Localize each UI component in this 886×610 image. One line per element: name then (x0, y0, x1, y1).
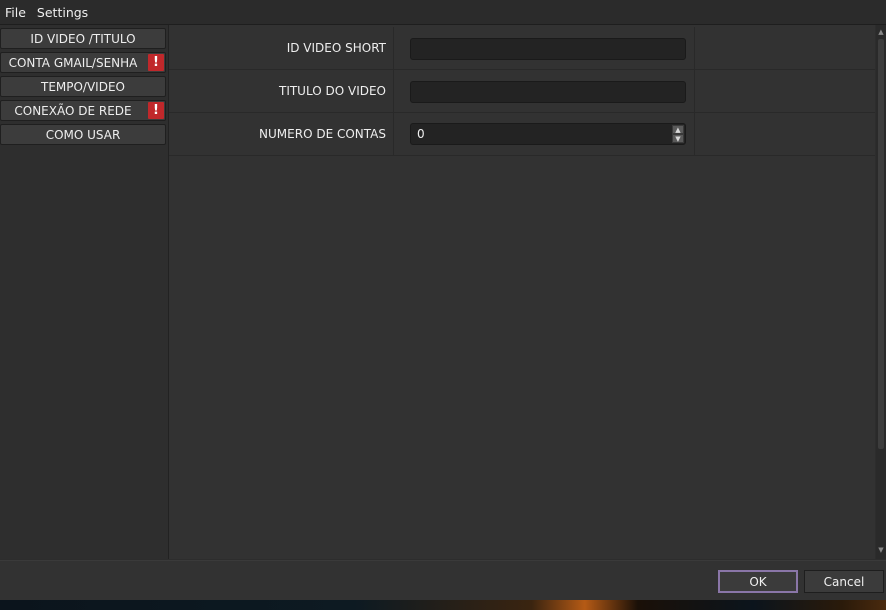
sidebar-item-label: CONTA GMAIL/SENHA (8, 55, 138, 70)
sidebar-item-tempo-video[interactable]: TEMPO/VIDEO (0, 76, 166, 97)
field-label: TITULO DO VIDEO (169, 70, 394, 112)
sidebar-item-label: ID VIDEO /TITULO (30, 31, 136, 46)
titulo-do-video-input[interactable] (410, 81, 686, 103)
menu-bar: File Settings (0, 0, 886, 25)
spinbox-value: 0 (417, 127, 425, 141)
id-video-short-input[interactable] (410, 38, 686, 60)
field-value-cell (394, 70, 695, 112)
form-row-id-video-short: ID VIDEO SHORT (169, 27, 875, 70)
sidebar-item-como-usar[interactable]: COMO USAR (0, 124, 166, 145)
menu-settings[interactable]: Settings (32, 5, 94, 20)
sidebar-item-conexao-de-rede[interactable]: CONEXÃO DE REDE ! (0, 100, 166, 121)
spin-down-icon[interactable]: ▼ (672, 134, 684, 143)
spin-buttons: ▲ ▼ (672, 125, 684, 143)
ok-button[interactable]: OK (718, 570, 798, 593)
sidebar: ID VIDEO /TITULO CONTA GMAIL/SENHA ! TEM… (0, 25, 169, 559)
spin-up-icon[interactable]: ▲ (672, 125, 684, 134)
settings-form: ID VIDEO SHORT TITULO DO VIDEO NUMERO DE… (169, 25, 875, 559)
sidebar-item-conta-gmail[interactable]: CONTA GMAIL/SENHA ! (0, 52, 166, 73)
scroll-up-icon[interactable]: ▲ (876, 27, 886, 37)
numero-de-contas-spinbox[interactable]: 0 ▲ ▼ (410, 123, 686, 145)
scroll-down-icon[interactable]: ▼ (876, 545, 886, 555)
warning-icon: ! (148, 54, 164, 71)
scroll-thumb[interactable] (878, 39, 884, 449)
dialog-footer: OK Cancel (0, 560, 886, 601)
field-label: ID VIDEO SHORT (169, 27, 394, 69)
vertical-scrollbar[interactable]: ▲ ▼ (876, 25, 886, 559)
sidebar-item-id-video-titulo[interactable]: ID VIDEO /TITULO (0, 28, 166, 49)
background-wallpaper (0, 600, 886, 610)
field-value-cell (394, 27, 695, 69)
sidebar-item-label: CONEXÃO DE REDE (14, 103, 132, 118)
sidebar-item-label: TEMPO/VIDEO (40, 79, 125, 94)
warning-icon: ! (148, 102, 164, 119)
field-value-cell: 0 ▲ ▼ (394, 113, 695, 155)
field-label: NUMERO DE CONTAS (169, 113, 394, 155)
cancel-button[interactable]: Cancel (804, 570, 884, 593)
form-row-numero-de-contas: NUMERO DE CONTAS 0 ▲ ▼ (169, 113, 875, 156)
form-row-titulo-do-video: TITULO DO VIDEO (169, 70, 875, 113)
sidebar-item-label: COMO USAR (45, 127, 121, 142)
menu-file[interactable]: File (0, 5, 32, 20)
